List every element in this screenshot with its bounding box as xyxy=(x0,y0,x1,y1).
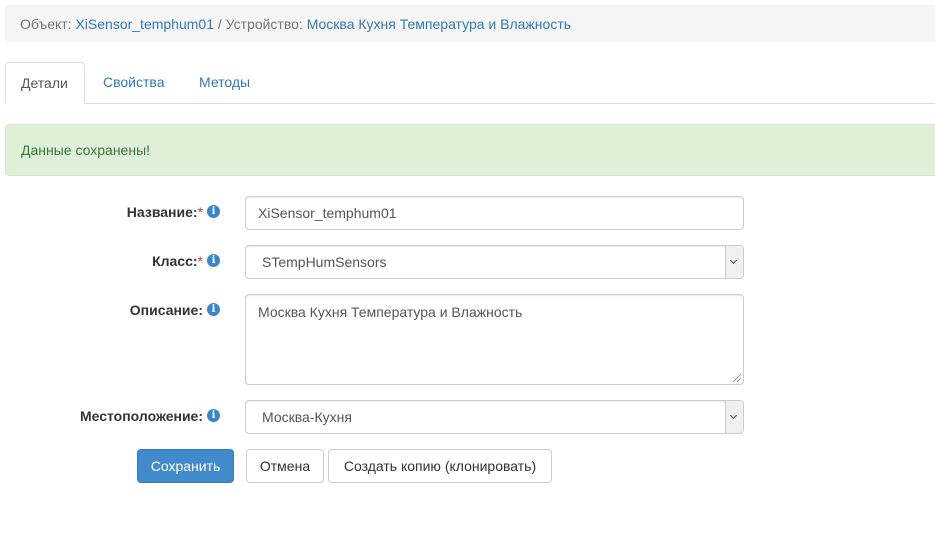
breadcrumb-device-link[interactable]: Москва Кухня Температура и Влажность xyxy=(307,16,571,32)
chevron-down-icon[interactable] xyxy=(725,401,743,433)
name-input-value: XiSensor_temphum01 xyxy=(258,205,397,221)
success-alert: Данные сохранены! xyxy=(5,124,935,176)
info-icon[interactable]: i xyxy=(207,409,220,422)
description-textarea-value: Москва Кухня Температура и Влажность xyxy=(258,304,523,320)
info-icon[interactable]: i xyxy=(207,254,220,267)
breadcrumb-separator: / xyxy=(217,16,222,32)
name-label-group: Название:* xyxy=(0,204,203,224)
class-select-value: STempHumSensors xyxy=(262,254,387,270)
breadcrumb-object-label: Объект: xyxy=(20,16,72,32)
name-label: Название:* xyxy=(126,204,203,220)
location-select[interactable]: Москва-Кухня xyxy=(245,400,744,434)
location-label: Местоположение: xyxy=(79,408,203,424)
name-input[interactable]: XiSensor_temphum01 xyxy=(245,196,744,230)
info-icon[interactable]: i xyxy=(207,205,220,218)
cancel-button[interactable]: Отмена xyxy=(246,449,324,483)
class-label: Класс:* xyxy=(152,253,203,269)
tab-methods[interactable]: Методы xyxy=(184,62,265,104)
description-textarea[interactable]: Москва Кухня Температура и Влажность xyxy=(245,294,744,385)
class-select[interactable]: STempHumSensors xyxy=(245,245,744,279)
tab-properties[interactable]: Свойства xyxy=(88,62,179,104)
description-label: Описание: xyxy=(129,302,203,318)
save-button[interactable]: Сохранить xyxy=(137,449,234,483)
tab-bar: Детали Свойства Методы xyxy=(5,62,935,104)
class-label-group: Класс:* xyxy=(0,253,203,273)
breadcrumb-device-label: Устройство: xyxy=(225,16,303,32)
success-alert-text: Данные сохранены! xyxy=(21,142,151,158)
location-label-group: Местоположение: xyxy=(0,408,203,428)
breadcrumb-object-link[interactable]: XiSensor_temphum01 xyxy=(75,16,214,32)
location-select-value: Москва-Кухня xyxy=(262,409,352,425)
name-required-mark: * xyxy=(197,204,203,220)
info-icon[interactable]: i xyxy=(207,303,220,316)
chevron-down-icon[interactable] xyxy=(725,246,743,278)
tab-details[interactable]: Детали xyxy=(5,62,85,104)
breadcrumb: Объект: XiSensor_temphum01 / Устройство:… xyxy=(5,5,935,42)
description-label-group: Описание: xyxy=(0,302,203,322)
resize-grip-icon[interactable] xyxy=(733,374,741,382)
class-required-mark: * xyxy=(197,253,203,269)
clone-button[interactable]: Создать копию (клонировать) xyxy=(328,449,552,483)
